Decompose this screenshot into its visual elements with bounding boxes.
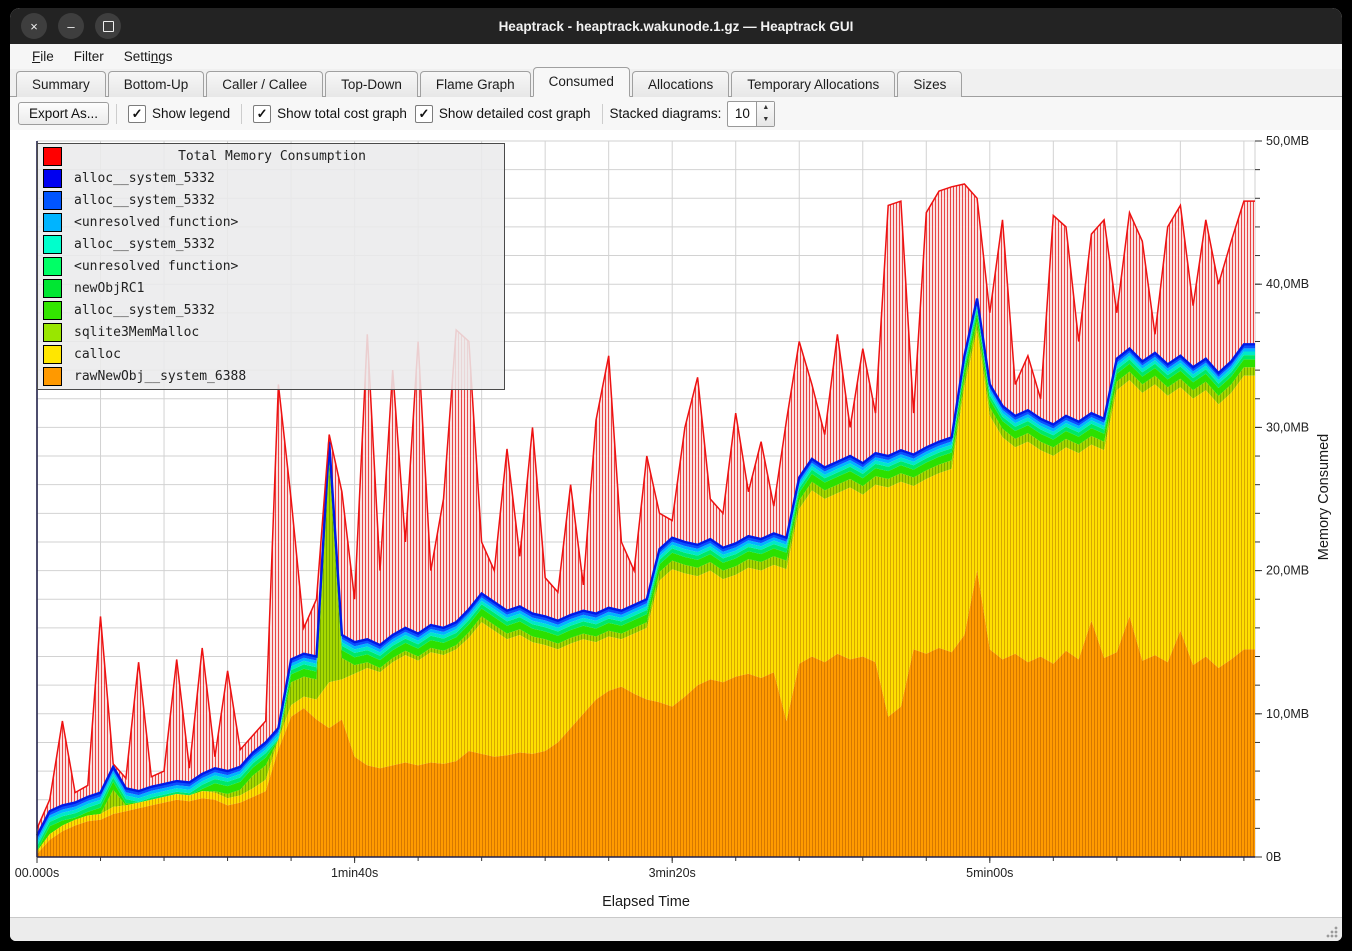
legend-swatch-icon bbox=[43, 279, 62, 298]
legend-item: <unresolved function> bbox=[38, 256, 504, 278]
tabbar: Summary Bottom-Up Caller / Callee Top-Do… bbox=[10, 69, 1342, 97]
tab-allocations[interactable]: Allocations bbox=[632, 71, 729, 97]
tab-temporary-allocations[interactable]: Temporary Allocations bbox=[731, 71, 895, 97]
tab-consumed[interactable]: Consumed bbox=[533, 67, 630, 97]
legend-item: <unresolved function> bbox=[38, 212, 504, 234]
legend-swatch-icon bbox=[43, 257, 62, 276]
window-title: Heaptrack - heaptrack.wakunode.1.gz — He… bbox=[10, 19, 1342, 34]
legend-label: alloc__system_5332 bbox=[74, 303, 215, 318]
legend-label: <unresolved function> bbox=[74, 259, 238, 274]
window-bottom-strip bbox=[10, 917, 1342, 941]
y-tick-label: 40,0MB bbox=[1266, 277, 1309, 291]
toolbar: Export As... ✓ Show legend ✓ Show total … bbox=[10, 97, 1342, 130]
stacked-diagrams-spinbox[interactable]: 10 ▲ ▼ bbox=[727, 101, 775, 127]
close-button[interactable]: × bbox=[21, 13, 47, 39]
export-as-button[interactable]: Export As... bbox=[18, 102, 109, 125]
legend-item: calloc bbox=[38, 343, 504, 365]
legend-title: Total Memory Consumption bbox=[40, 149, 504, 164]
legend-item: alloc__system_5332 bbox=[38, 168, 504, 190]
minimize-button[interactable]: – bbox=[58, 13, 84, 39]
maximize-button[interactable] bbox=[95, 13, 121, 39]
menu-settings[interactable]: Settings bbox=[114, 47, 183, 66]
legend-item: alloc__system_5332 bbox=[38, 299, 504, 321]
legend-item: alloc__system_5332 bbox=[38, 190, 504, 212]
show-total-cost-checkbox[interactable]: ✓ Show total cost graph bbox=[253, 105, 407, 123]
show-detailed-cost-checkbox[interactable]: ✓ Show detailed cost graph bbox=[415, 105, 591, 123]
consumed-chart-area: 00.000s 1min40s 3min20s 5min00s 0B 10,0MB 20,0… bbox=[10, 130, 1342, 917]
toolbar-separator bbox=[116, 104, 117, 124]
stacked-diagrams-label: Stacked diagrams: bbox=[610, 106, 722, 121]
checkbox-check-icon: ✓ bbox=[253, 105, 271, 123]
x-tick-label: 00.000s bbox=[15, 866, 59, 880]
legend-item: Total Memory Consumption bbox=[38, 146, 504, 168]
show-legend-checkbox[interactable]: ✓ Show legend bbox=[128, 105, 230, 123]
legend-label: rawNewObj__system_6388 bbox=[74, 369, 246, 384]
show-total-cost-label: Show total cost graph bbox=[277, 106, 407, 121]
stacked-diagrams-value: 10 bbox=[728, 102, 756, 126]
legend-label: sqlite3MemMalloc bbox=[74, 325, 199, 340]
legend-swatch-icon bbox=[43, 169, 62, 188]
legend-label: alloc__system_5332 bbox=[74, 237, 215, 252]
legend-label: alloc__system_5332 bbox=[74, 193, 215, 208]
toolbar-separator bbox=[241, 104, 242, 124]
y-axis-title: Memory Consumed bbox=[1316, 427, 1332, 567]
tab-bottom-up[interactable]: Bottom-Up bbox=[108, 71, 205, 97]
tab-flame-graph[interactable]: Flame Graph bbox=[420, 71, 531, 97]
legend-label: newObjRC1 bbox=[74, 281, 144, 296]
legend-label: alloc__system_5332 bbox=[74, 171, 215, 186]
legend-item: sqlite3MemMalloc bbox=[38, 321, 504, 343]
tab-sizes[interactable]: Sizes bbox=[897, 71, 962, 97]
x-tick-label: 5min00s bbox=[966, 866, 1013, 880]
legend-swatch-icon bbox=[43, 345, 62, 364]
legend-swatch-icon bbox=[43, 301, 62, 320]
legend-label: <unresolved function> bbox=[74, 215, 238, 230]
chart-legend: Total Memory Consumption alloc__system_53… bbox=[37, 143, 505, 390]
y-tick-label: 50,0MB bbox=[1266, 134, 1309, 148]
legend-swatch-icon bbox=[43, 213, 62, 232]
menu-file[interactable]: File bbox=[22, 47, 64, 66]
tab-top-down[interactable]: Top-Down bbox=[325, 71, 418, 97]
checkbox-check-icon: ✓ bbox=[415, 105, 433, 123]
show-detailed-cost-label: Show detailed cost graph bbox=[439, 106, 591, 121]
tab-caller-callee[interactable]: Caller / Callee bbox=[206, 71, 323, 97]
maximize-icon bbox=[103, 21, 114, 32]
legend-label: calloc bbox=[74, 347, 121, 362]
close-icon: × bbox=[30, 19, 38, 34]
x-axis-title: Elapsed Time bbox=[37, 894, 1255, 910]
resize-grip[interactable] bbox=[1325, 925, 1339, 939]
legend-item: newObjRC1 bbox=[38, 277, 504, 299]
y-tick-label: 0B bbox=[1266, 850, 1281, 864]
x-tick-label: 3min20s bbox=[649, 866, 696, 880]
legend-swatch-icon bbox=[43, 191, 62, 210]
legend-item: rawNewObj__system_6388 bbox=[38, 365, 504, 387]
heaptrack-window: × – Heaptrack - heaptrack.wakunode.1.gz … bbox=[10, 8, 1342, 941]
legend-swatch-icon bbox=[43, 323, 62, 342]
menu-filter[interactable]: Filter bbox=[64, 47, 114, 66]
menubar: File Filter Settings bbox=[10, 44, 1342, 69]
titlebar: × – Heaptrack - heaptrack.wakunode.1.gz … bbox=[10, 8, 1342, 44]
checkbox-check-icon: ✓ bbox=[128, 105, 146, 123]
legend-swatch-icon bbox=[43, 235, 62, 254]
x-tick-label: 1min40s bbox=[331, 866, 378, 880]
y-tick-label: 10,0MB bbox=[1266, 707, 1309, 721]
tab-summary[interactable]: Summary bbox=[16, 71, 106, 97]
y-tick-label: 20,0MB bbox=[1266, 564, 1309, 578]
legend-swatch-icon bbox=[43, 367, 62, 386]
y-tick-label: 30,0MB bbox=[1266, 420, 1309, 434]
toolbar-separator bbox=[602, 104, 603, 124]
show-legend-label: Show legend bbox=[152, 106, 230, 121]
spin-down-icon[interactable]: ▼ bbox=[757, 114, 774, 126]
minimize-icon: – bbox=[67, 19, 74, 34]
spin-up-icon[interactable]: ▲ bbox=[757, 102, 774, 114]
legend-item: alloc__system_5332 bbox=[38, 234, 504, 256]
